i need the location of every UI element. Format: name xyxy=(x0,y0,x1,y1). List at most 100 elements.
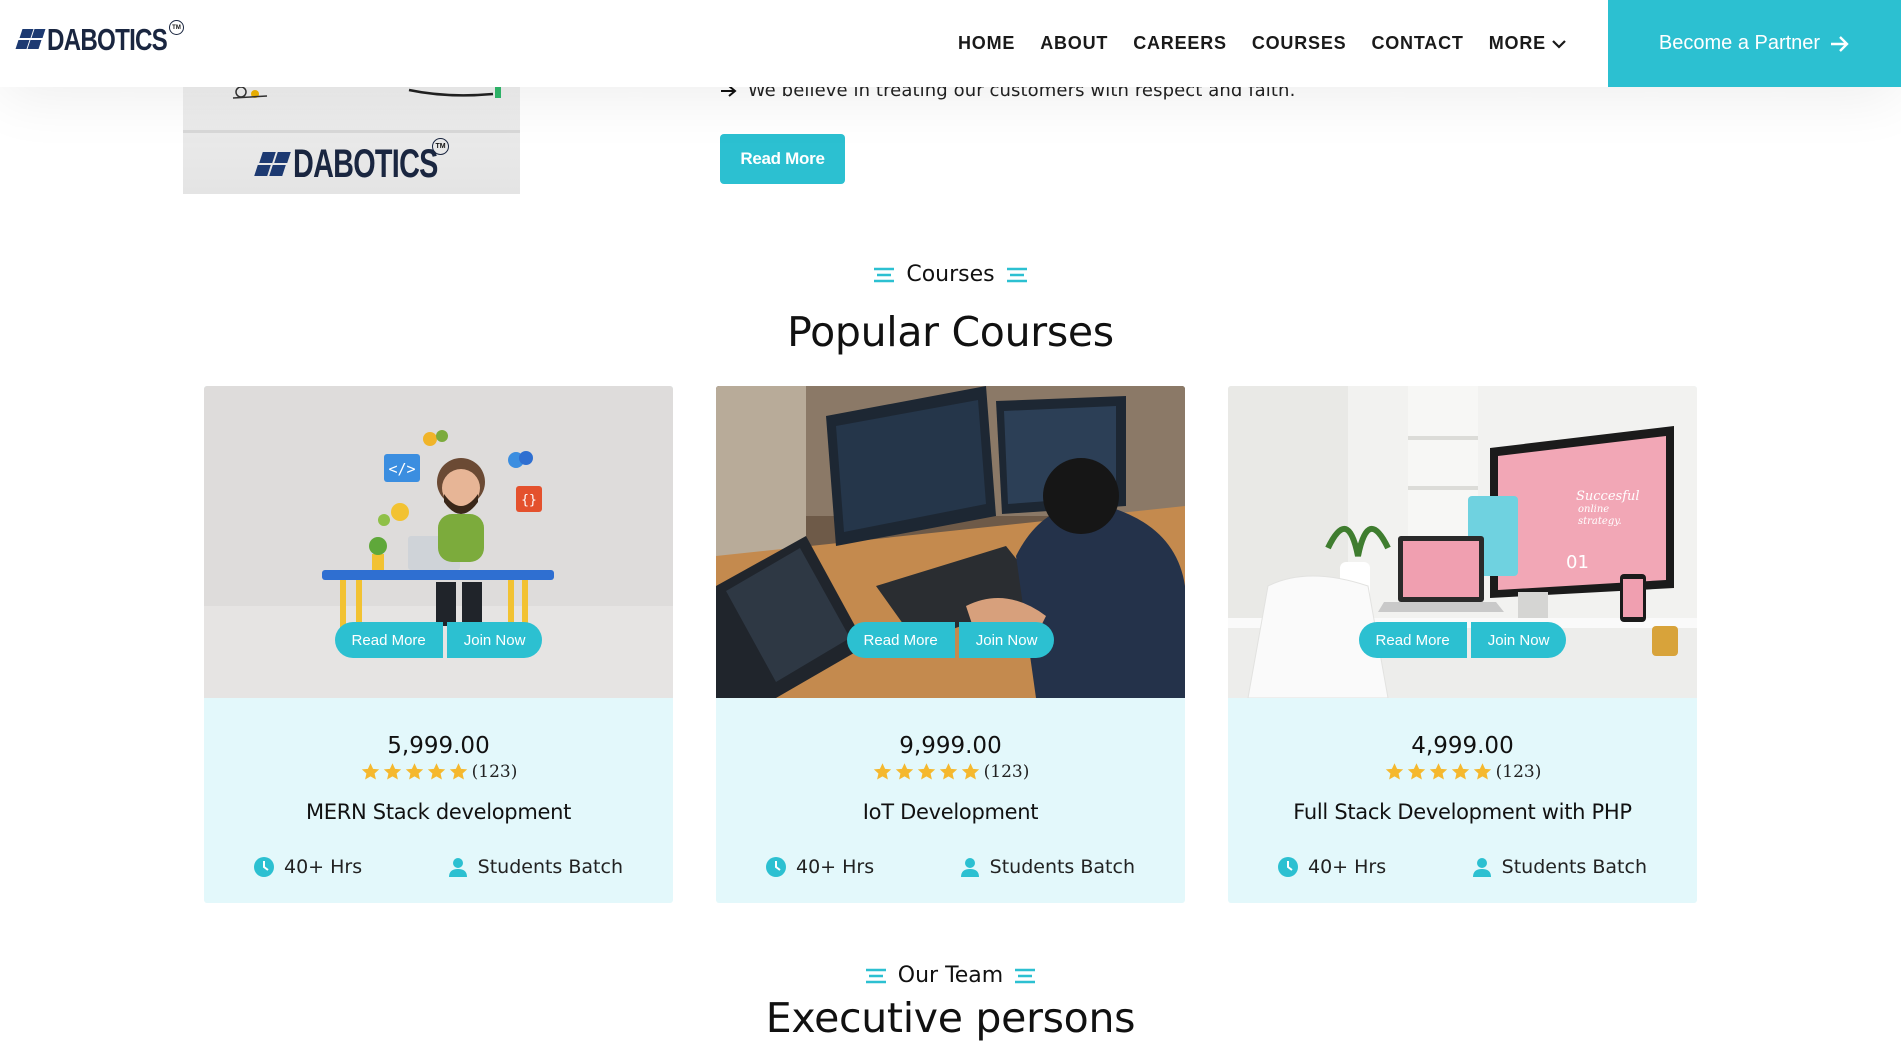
course-title[interactable]: Full Stack Development with PHP xyxy=(1228,800,1697,824)
courses-subtitle: Courses xyxy=(0,262,1901,287)
course-rating: (123) xyxy=(204,762,673,782)
star-icon xyxy=(1407,763,1425,780)
course-hours: 40+ Hrs xyxy=(254,856,362,878)
course-actions: Read More Join Now xyxy=(204,622,673,658)
lines-icon xyxy=(1006,267,1027,282)
course-price: 9,999.00 xyxy=(899,733,1002,759)
logo-text: DABOTICS xyxy=(47,22,168,57)
course-card: Read More Join Now 9,999.00 (123) IoT De… xyxy=(716,386,1185,903)
logo-mark-icon xyxy=(15,25,46,55)
course-hours-text: 40+ Hrs xyxy=(1308,856,1387,878)
user-icon xyxy=(960,858,979,877)
nav-contact[interactable]: CONTACT xyxy=(1371,33,1463,54)
join-now-button[interactable]: Join Now xyxy=(958,622,1055,658)
svg-text:strategy.: strategy. xyxy=(1578,516,1622,527)
nav-more[interactable]: MORE xyxy=(1489,33,1566,54)
rating-count: (123) xyxy=(471,762,518,782)
rating-count: (123) xyxy=(983,762,1030,782)
course-actions: Read More Join Now xyxy=(716,622,1185,658)
course-batch-text: Students Batch xyxy=(989,856,1135,878)
star-icon xyxy=(427,763,445,780)
lines-icon xyxy=(1015,968,1036,983)
star-icon xyxy=(405,763,423,780)
lines-icon xyxy=(874,267,895,282)
team-title: Executive persons xyxy=(765,994,1136,1042)
image-logo-text: DABOTICS xyxy=(293,142,438,186)
rating-count: (123) xyxy=(1495,762,1542,782)
nav-about[interactable]: ABOUT xyxy=(1040,33,1108,54)
course-title[interactable]: IoT Development xyxy=(716,800,1185,824)
star-icon xyxy=(1473,763,1491,780)
course-batch: Students Batch xyxy=(960,856,1135,878)
main-nav: HOME ABOUT CAREERS COURSES CONTACT MORE xyxy=(958,0,1566,87)
chevron-down-icon xyxy=(1552,39,1566,49)
course-hours-text: 40+ Hrs xyxy=(796,856,875,878)
svg-text:01: 01 xyxy=(1566,552,1589,573)
course-hours-text: 40+ Hrs xyxy=(284,856,363,878)
user-icon xyxy=(448,858,467,877)
course-batch-text: Students Batch xyxy=(1501,856,1647,878)
join-now-button[interactable]: Join Now xyxy=(446,622,543,658)
svg-text:</>: </> xyxy=(388,460,415,478)
team-subtitle-text: Our Team xyxy=(897,963,1004,988)
arrow-right-icon xyxy=(1831,35,1849,52)
star-icon xyxy=(1385,763,1403,780)
nav-careers[interactable]: CAREERS xyxy=(1133,33,1227,54)
course-card: </> {} Read More Join Now 5,999.00 (123)… xyxy=(204,386,673,903)
star-icon xyxy=(383,763,401,780)
site-header: DABOTICS TM HOME ABOUT CAREERS COURSES C… xyxy=(0,0,1901,87)
lines-icon xyxy=(865,968,886,983)
svg-text:{}: {} xyxy=(521,493,537,508)
read-more-button[interactable]: Read More xyxy=(1358,622,1467,658)
star-icon xyxy=(873,763,891,780)
course-card: Succesful online strategy. 01 Read More … xyxy=(1228,386,1697,903)
brand-logo[interactable]: DABOTICS TM xyxy=(15,20,201,58)
courses-title: Popular Courses xyxy=(787,308,1114,356)
course-price: 5,999.00 xyxy=(387,733,490,759)
course-actions: Read More Join Now xyxy=(1228,622,1697,658)
course-rating: (123) xyxy=(1228,762,1697,782)
become-partner-label: Become a Partner xyxy=(1658,32,1821,54)
nav-courses[interactable]: COURSES xyxy=(1252,33,1347,54)
course-hours: 40+ Hrs xyxy=(766,856,874,878)
nav-home[interactable]: HOME xyxy=(958,33,1015,54)
clock-icon xyxy=(766,857,786,877)
course-meta: 40+ Hrs Students Batch xyxy=(1228,856,1697,878)
star-icon xyxy=(895,763,913,780)
course-batch-text: Students Batch xyxy=(477,856,623,878)
course-hours: 40+ Hrs xyxy=(1278,856,1386,878)
svg-text:online: online xyxy=(1578,504,1609,515)
user-icon xyxy=(1472,858,1491,877)
read-more-button[interactable]: Read More xyxy=(846,622,955,658)
star-icon xyxy=(917,763,935,780)
image-trademark-badge: TM xyxy=(432,138,449,155)
svg-text:Succesful: Succesful xyxy=(1576,489,1640,504)
course-batch: Students Batch xyxy=(448,856,623,878)
nav-more-label: MORE xyxy=(1488,33,1546,53)
course-batch: Students Batch xyxy=(1472,856,1647,878)
course-price: 4,999.00 xyxy=(1411,733,1514,759)
star-icon xyxy=(361,763,379,780)
course-meta: 40+ Hrs Students Batch xyxy=(204,856,673,878)
star-icon xyxy=(939,763,957,780)
course-title[interactable]: MERN Stack development xyxy=(204,800,673,824)
trademark-badge: TM xyxy=(169,20,184,35)
star-icon xyxy=(961,763,979,780)
course-meta: 40+ Hrs Students Batch xyxy=(716,856,1185,878)
doodle-icon xyxy=(232,86,268,99)
team-subtitle: Our Team xyxy=(0,963,1901,988)
read-more-button[interactable]: Read More xyxy=(334,622,443,658)
star-icon xyxy=(1451,763,1469,780)
clock-icon xyxy=(1278,857,1298,877)
become-partner-button[interactable]: Become a Partner xyxy=(1608,0,1901,87)
star-icon xyxy=(449,763,467,780)
star-icon xyxy=(1429,763,1447,780)
clock-icon xyxy=(254,857,274,877)
about-read-more-button[interactable]: Read More xyxy=(720,134,845,184)
shelf-divider xyxy=(183,130,520,133)
image-logo-mark-icon xyxy=(254,147,291,183)
image-logo: DABOTICS TM xyxy=(254,138,494,187)
courses-subtitle-text: Courses xyxy=(906,262,995,287)
join-now-button[interactable]: Join Now xyxy=(1470,622,1567,658)
course-rating: (123) xyxy=(716,762,1185,782)
